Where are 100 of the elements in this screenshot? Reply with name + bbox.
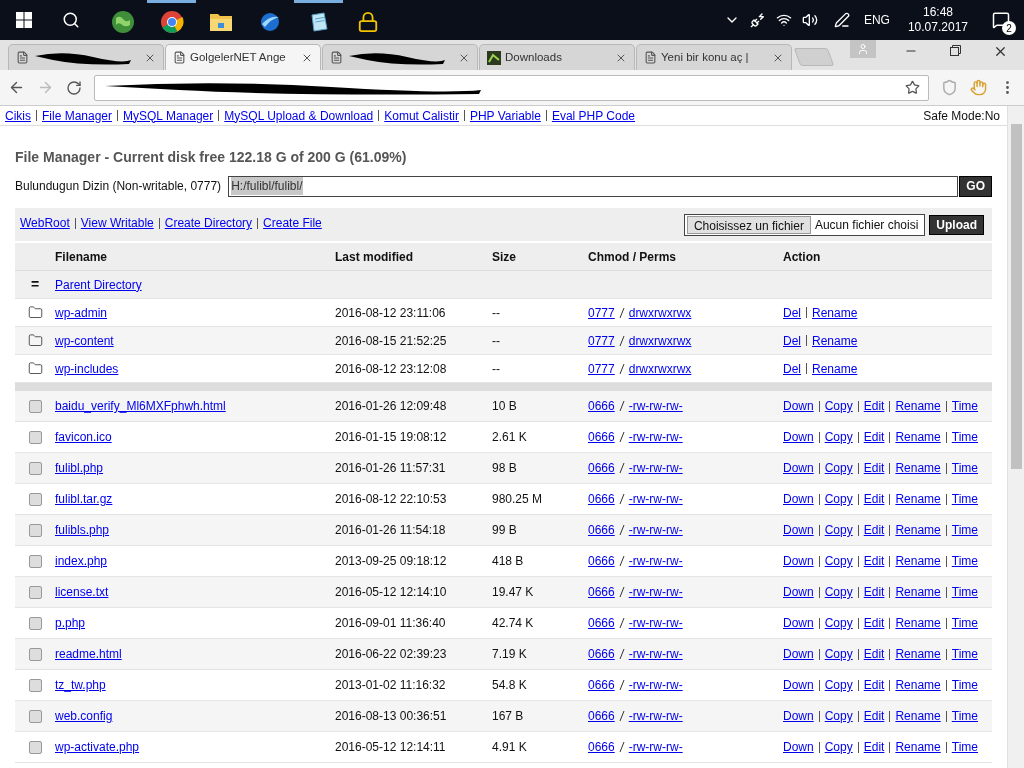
chmod-link[interactable]: 0777 [588,359,615,378]
clock[interactable]: 16:48 10.07.2017 [907,5,968,35]
action-link[interactable]: Down [783,490,814,508]
perms-link[interactable]: -rw-rw-rw- [628,521,683,539]
action-link[interactable]: Edit [863,676,885,694]
menu-link[interactable]: Eval PHP Code [551,106,636,125]
file-checkbox[interactable] [28,430,42,444]
file-name-link[interactable]: license.txt [55,585,109,599]
action-link[interactable]: Edit [863,614,885,632]
windows-start-icon[interactable] [16,12,32,28]
action-link[interactable]: Copy [824,428,853,446]
language-indicator[interactable]: ENG [863,11,890,29]
action-link[interactable]: Time [951,459,978,477]
action-link[interactable]: Time [951,614,978,632]
wifi-icon[interactable] [775,12,792,28]
choose-file-button[interactable]: Choisissez un fichier [686,216,811,234]
action-link[interactable]: Edit [863,645,885,663]
file-name-link[interactable]: web.config [55,709,113,723]
perms-link[interactable]: -rw-rw-rw- [628,490,683,508]
menu-link[interactable]: MySQL Upload & Download [224,106,374,125]
chmod-link[interactable]: 0666 [588,397,615,415]
action-link[interactable]: Edit [863,738,885,756]
file-name-link[interactable]: index.php [55,554,108,568]
chmod-link[interactable]: 0666 [588,428,615,446]
action-link[interactable]: Edit [863,428,885,446]
file-checkbox[interactable] [28,585,42,599]
action-link[interactable]: Rename [895,707,941,725]
restore-icon[interactable] [950,45,961,56]
menu-link[interactable]: PHP Variable [469,106,541,125]
action-link[interactable]: Copy [824,614,853,632]
action-link[interactable]: Rename [895,490,941,508]
scrollbar-thumb[interactable] [1010,124,1022,469]
action-link[interactable]: Time [951,738,978,756]
action-link[interactable]: Time [951,552,978,570]
browser-tab[interactable]: Downloads [479,44,635,70]
action-link[interactable]: Edit [863,583,885,601]
volume-icon[interactable] [801,12,818,28]
file-name-link[interactable]: wp-admin [55,305,108,320]
menu-link[interactable]: File Manager [42,106,113,125]
action-link[interactable]: Down [783,428,814,446]
file-checkbox[interactable] [28,523,42,537]
chmod-link[interactable]: 0666 [588,583,615,601]
menu-link[interactable]: Cikis [5,106,31,125]
file-name-link[interactable]: fulibl.php [55,461,104,475]
chmod-link[interactable]: 0666 [588,552,615,570]
file-name-link[interactable]: fulibl.tar.gz [55,492,113,506]
back-icon[interactable] [8,79,25,96]
chmod-link[interactable]: 0666 [588,614,615,632]
action-link[interactable]: Del [783,331,801,350]
action-link[interactable]: Edit [863,397,885,415]
action-link[interactable]: Time [951,676,978,694]
file-checkbox[interactable] [28,492,42,506]
browser-tab[interactable] [322,44,478,70]
file-checkbox[interactable] [28,616,42,630]
perms-link[interactable]: -rw-rw-rw- [628,707,683,725]
perms-link[interactable]: -rw-rw-rw- [628,459,683,477]
upload-button[interactable]: Upload [929,215,984,235]
chmod-link[interactable]: 0666 [588,521,615,539]
action-link[interactable]: Del [783,359,801,378]
action-link[interactable]: Copy [824,459,853,477]
file-name-link[interactable]: tz_tw.php [55,678,106,692]
action-link[interactable]: Rename [895,552,941,570]
action-link[interactable]: Copy [824,645,853,663]
file-checkbox[interactable] [28,461,42,475]
action-link[interactable]: Rename [812,331,858,350]
directory-field[interactable]: H:/fulibl/fulibl/ [228,175,959,197]
file-name-link[interactable]: Parent Directory [55,277,142,292]
close-icon[interactable] [993,44,1008,59]
file-name-link[interactable]: wp-includes [55,361,119,376]
chmod-link[interactable]: 0666 [588,707,615,725]
action-link[interactable]: Rename [895,676,941,694]
action-link[interactable]: Time [951,645,978,663]
perms-link[interactable]: -rw-rw-rw- [628,738,683,756]
tool-link[interactable]: Create File [263,214,322,232]
action-link[interactable]: Down [783,459,814,477]
chmod-link[interactable]: 0666 [588,459,615,477]
action-link[interactable]: Edit [863,490,885,508]
action-link[interactable]: Rename [812,359,858,378]
action-link[interactable]: Copy [824,676,853,694]
perms-link[interactable]: -rw-rw-rw- [628,552,683,570]
action-link[interactable]: Edit [863,707,885,725]
action-link[interactable]: Time [951,583,978,601]
action-link[interactable]: Rename [895,459,941,477]
perms-link[interactable]: drwxrwxrwx [628,359,692,378]
chmod-link[interactable]: 0666 [588,738,615,756]
action-link[interactable]: Copy [824,490,853,508]
action-link[interactable]: Time [951,707,978,725]
action-link[interactable]: Down [783,583,814,601]
action-link[interactable]: Rename [895,738,941,756]
perms-link[interactable]: -rw-rw-rw- [628,397,683,415]
tool-link[interactable]: View Writable [80,214,154,232]
power-icon[interactable] [749,12,766,28]
file-input[interactable]: Choisissez un fichier Aucun fichier choisi [683,214,926,236]
perms-link[interactable]: drwxrwxrwx [628,303,692,322]
action-link[interactable]: Rename [895,583,941,601]
chmod-link[interactable]: 0666 [588,490,615,508]
action-link[interactable]: Down [783,645,814,663]
go-button[interactable]: GO [959,175,992,197]
action-link[interactable]: Edit [863,521,885,539]
file-name-link[interactable]: p.php [55,616,86,630]
